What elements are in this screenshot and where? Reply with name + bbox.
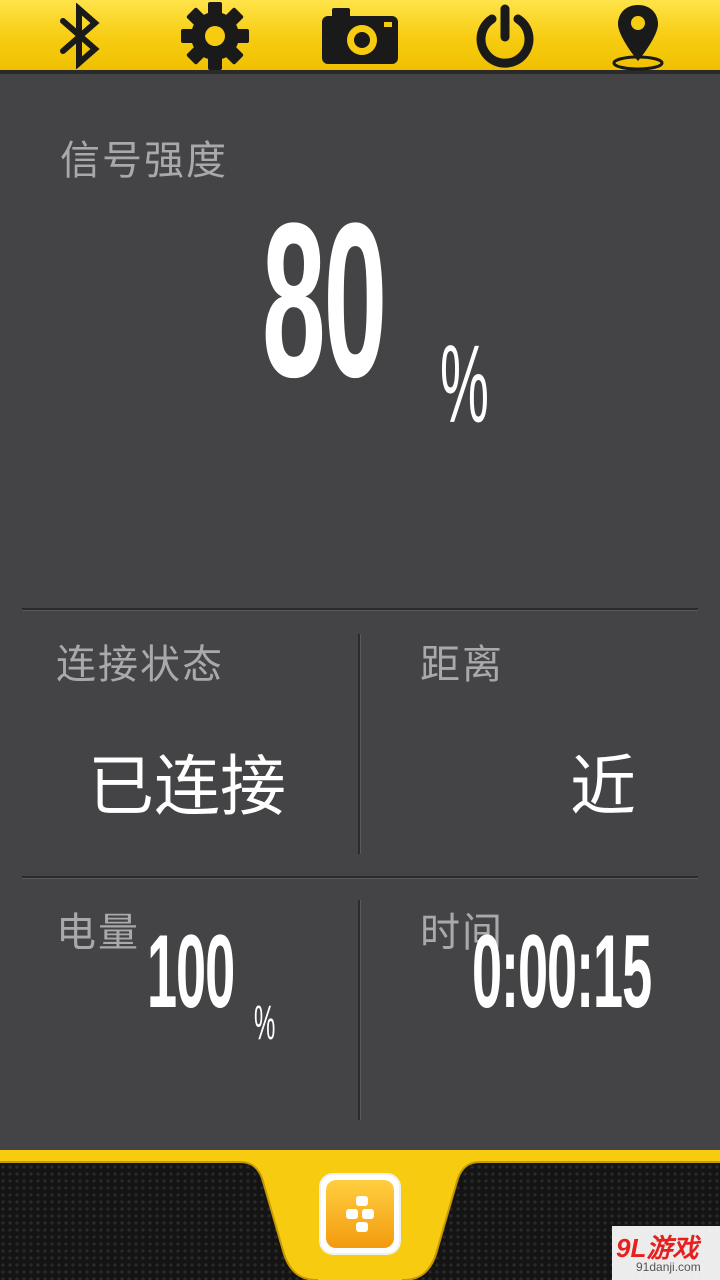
location-button[interactable] [588,0,688,72]
connection-status-value: 已连接 [88,748,286,825]
battery-label: 电量 [56,910,140,956]
location-pin-icon [612,5,664,71]
signal-strength-label: 信号强度 [60,138,228,184]
divider-vertical-top [358,634,361,854]
watermark-url: 91danji.com [636,1260,701,1274]
bluetooth-icon [60,3,100,69]
bluetooth-button[interactable] [30,0,130,72]
distance-label: 距离 [420,642,504,688]
home-button[interactable] [321,1175,399,1253]
divider-vertical-bottom [358,900,361,1120]
power-icon [476,4,534,68]
time-value: 0:00:15 [472,914,652,1030]
connection-status-label: 连接状态 [56,642,224,688]
distance-value: 近 [570,748,636,825]
camera-button[interactable] [310,0,410,72]
battery-unit: % [254,997,276,1050]
signal-strength-unit: % [440,323,489,446]
camera-icon [322,8,398,64]
signal-strength-value: 80 [262,177,387,423]
top-toolbar [0,0,720,74]
gear-icon [181,2,249,70]
settings-button[interactable] [165,0,265,72]
divider-horizontal-bottom [22,876,698,879]
battery-value: 100 [147,914,235,1030]
divider-horizontal-top [22,608,698,611]
power-button[interactable] [455,0,555,72]
app-logo-icon [326,1180,394,1248]
